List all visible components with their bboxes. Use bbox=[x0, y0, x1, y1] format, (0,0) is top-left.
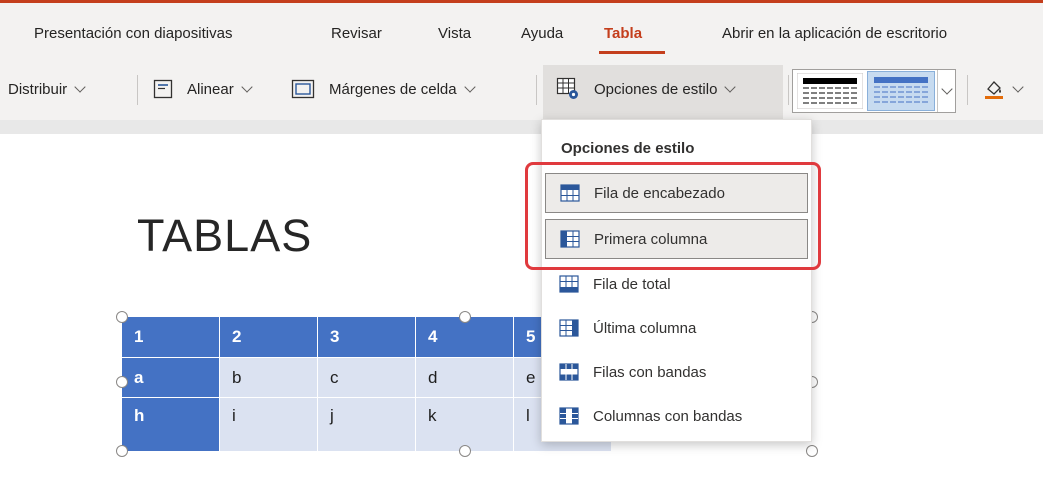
table-cell[interactable]: i bbox=[220, 397, 318, 451]
toolbar-divider bbox=[137, 75, 138, 105]
resize-handle[interactable] bbox=[459, 311, 471, 323]
option-columnas-bandas[interactable]: Columnas con bandas bbox=[545, 396, 808, 436]
table-cell[interactable]: 1 bbox=[122, 317, 220, 357]
table-cell[interactable]: j bbox=[318, 397, 416, 451]
tab-abrir-escritorio[interactable]: Abrir en la aplicación de escritorio bbox=[722, 25, 947, 42]
table-cell[interactable]: k bbox=[416, 397, 514, 451]
table-cell[interactable]: c bbox=[318, 357, 416, 397]
table-cell[interactable]: a bbox=[122, 357, 220, 397]
tab-presentacion[interactable]: Presentación con diapositivas bbox=[34, 25, 232, 42]
chevron-down-icon bbox=[74, 80, 86, 93]
paint-bucket-icon bbox=[983, 78, 1005, 100]
table-last-column-icon bbox=[559, 319, 579, 337]
chevron-down-icon bbox=[724, 80, 737, 93]
table-total-row-icon bbox=[559, 275, 579, 293]
opciones-estilo-button[interactable]: Opciones de estilo bbox=[556, 72, 737, 106]
table-style-blue-swatch[interactable] bbox=[867, 71, 935, 111]
table-cell[interactable]: 2 bbox=[220, 317, 318, 357]
resize-handle[interactable] bbox=[116, 376, 128, 388]
option-label: Fila de total bbox=[593, 275, 671, 293]
canvas-top-band bbox=[0, 120, 1043, 134]
option-label: Filas con bandas bbox=[593, 363, 707, 381]
alinear-label: Alinear bbox=[187, 80, 234, 98]
chevron-down-icon bbox=[1012, 80, 1024, 93]
chevron-down-icon bbox=[241, 80, 253, 93]
ribbon-tabs: Presentación con diapositivas Revisar Vi… bbox=[0, 3, 1043, 55]
resize-handle[interactable] bbox=[459, 445, 471, 457]
resize-handle[interactable] bbox=[116, 445, 128, 457]
app-window: Presentación con diapositivas Revisar Vi… bbox=[0, 0, 1043, 497]
table-style-dark-swatch[interactable] bbox=[796, 72, 864, 110]
opciones-estilo-label: Opciones de estilo bbox=[594, 80, 718, 98]
distribuir-label: Distribuir bbox=[8, 80, 68, 98]
table-cell[interactable]: b bbox=[220, 357, 318, 397]
chevron-down-icon bbox=[941, 82, 953, 95]
cell-margins-icon bbox=[291, 79, 315, 99]
margenes-label: Márgenes de celda bbox=[329, 80, 457, 98]
ribbon-toolbar: Distribuir Alinear Márgenes de celda Opc… bbox=[0, 55, 1043, 120]
table-cell[interactable]: h bbox=[122, 397, 220, 451]
tab-revisar[interactable]: Revisar bbox=[331, 25, 382, 42]
option-label: Columnas con bandas bbox=[593, 407, 743, 425]
margenes-celda-button[interactable]: Márgenes de celda bbox=[291, 72, 476, 106]
table-cell[interactable]: 3 bbox=[318, 317, 416, 357]
slide-title[interactable]: TABLAS bbox=[137, 210, 312, 262]
tab-ayuda[interactable]: Ayuda bbox=[521, 25, 563, 42]
table-banded-rows-icon bbox=[559, 363, 579, 381]
gallery-expand-button[interactable] bbox=[937, 70, 956, 112]
highlight-annotation bbox=[525, 162, 821, 270]
toolbar-divider bbox=[788, 75, 789, 105]
align-icon bbox=[153, 79, 173, 99]
tab-tabla[interactable]: Tabla bbox=[604, 25, 642, 42]
toolbar-divider bbox=[967, 75, 968, 105]
resize-handle[interactable] bbox=[116, 311, 128, 323]
table-banded-columns-icon bbox=[559, 407, 579, 425]
table-cell[interactable]: d bbox=[416, 357, 514, 397]
option-filas-bandas[interactable]: Filas con bandas bbox=[545, 352, 808, 392]
distribuir-button[interactable]: Distribuir bbox=[8, 72, 86, 106]
shading-button[interactable] bbox=[983, 72, 1024, 106]
table-cell[interactable]: 4 bbox=[416, 317, 514, 357]
chevron-down-icon bbox=[463, 80, 476, 93]
option-label: Última columna bbox=[593, 319, 697, 337]
alinear-button[interactable]: Alinear bbox=[153, 72, 253, 106]
option-ultima-columna[interactable]: Última columna bbox=[545, 308, 808, 348]
active-tab-underline bbox=[599, 51, 665, 54]
resize-handle[interactable] bbox=[806, 445, 818, 457]
dropdown-title: Opciones de estilo bbox=[561, 140, 695, 157]
option-fila-total[interactable]: Fila de total bbox=[545, 264, 808, 304]
toolbar-divider bbox=[536, 75, 537, 105]
table-style-options-icon bbox=[556, 77, 580, 101]
table-styles-gallery bbox=[792, 69, 956, 113]
tab-vista[interactable]: Vista bbox=[438, 25, 471, 42]
